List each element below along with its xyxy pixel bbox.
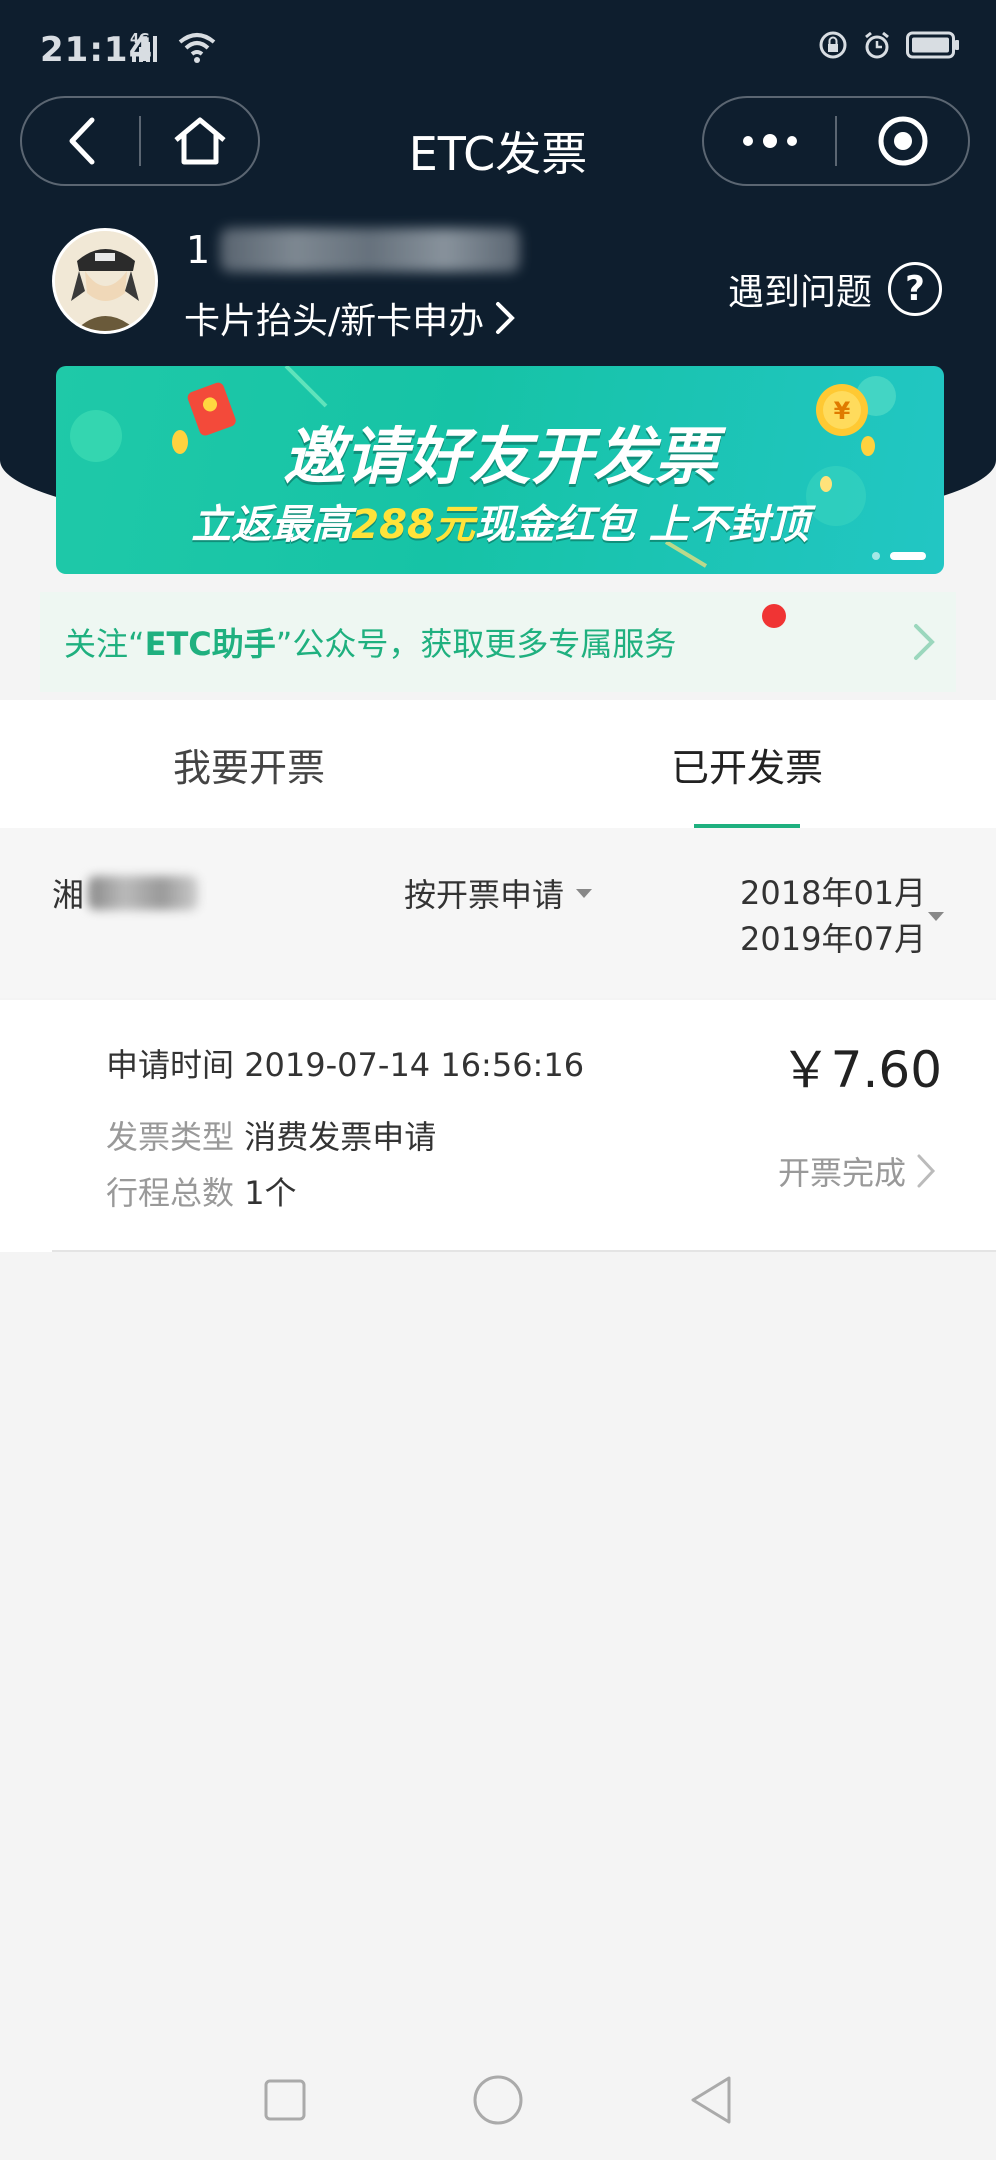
tab-bar: 我要开票 已开发票 — [0, 700, 996, 828]
trips-value: 1个 — [244, 1174, 297, 1212]
invoice-list-item[interactable]: 申请时间 2019-07-14 16:56:16 ￥7.60 发票类型 消费发票… — [0, 1000, 996, 1252]
avatar-image — [55, 231, 155, 331]
user-phone-prefix: 1 — [186, 228, 211, 272]
battery-icon — [906, 31, 959, 59]
invoice-type: 发票类型 消费发票申请 — [106, 1112, 436, 1158]
chevron-right-icon — [914, 624, 935, 660]
chevron-right-icon — [917, 1154, 936, 1188]
type-label: 发票类型 — [106, 1118, 235, 1156]
help-label: 遇到问题 — [727, 272, 872, 313]
plate-prefix: 湘 — [52, 876, 85, 914]
date-end: 2019年07月 — [740, 920, 927, 958]
question-icon: ? — [888, 262, 942, 316]
banner-subtitle-suffix: 上不封顶 — [648, 502, 809, 548]
time-value: 2019-07-14 16:56:16 — [244, 1046, 585, 1084]
trips-label: 行程总数 — [106, 1174, 235, 1212]
card-title-link[interactable]: 卡片抬头/新卡申办 — [184, 292, 516, 344]
invoice-trips: 行程总数 1个 — [106, 1168, 297, 1214]
date-range-filter[interactable]: 2018年01月 2019年07月 — [740, 870, 926, 962]
divider — [52, 1250, 996, 1252]
pagination-dot-active — [890, 552, 926, 560]
type-filter-label: 按开票申请 — [404, 876, 565, 914]
recents-button[interactable] — [263, 2078, 307, 2122]
banner-subtitle-prefix: 立返最高 — [191, 502, 352, 548]
plate-filter[interactable]: 湘 — [52, 870, 199, 916]
time-label: 申请时间 — [106, 1046, 235, 1084]
wifi-icon — [178, 33, 216, 63]
caret-down-icon — [576, 888, 593, 898]
home-nav-button[interactable] — [472, 2074, 524, 2126]
help-button[interactable]: 遇到问题 ? — [728, 262, 942, 316]
banner-subtitle-mid: 现金红包 — [474, 502, 635, 548]
caret-down-icon — [928, 912, 944, 921]
invoice-status-link[interactable]: 开票完成 — [778, 1148, 936, 1194]
type-filter-dropdown[interactable]: 按开票申请 — [404, 870, 593, 916]
target-icon — [878, 116, 927, 166]
invoice-status: 开票完成 — [777, 1154, 906, 1192]
chevron-right-icon — [496, 302, 515, 334]
tab-request-invoice[interactable]: 我要开票 — [0, 700, 498, 828]
system-navigation-bar — [0, 2040, 996, 2160]
promo-banner[interactable]: ¥ 邀请好友开发票 立返最高288元现金红包 上不封顶 — [56, 366, 944, 574]
notice-text-suffix: ”公众号，获取更多专属服务 — [275, 625, 677, 663]
tab-issued-invoices[interactable]: 已开发票 — [498, 700, 996, 828]
tab-label: 已开发票 — [670, 745, 823, 790]
masked-phone — [220, 228, 521, 272]
signal-icon: 4G — [130, 32, 160, 64]
banner-highlight: 288元 — [351, 502, 475, 548]
alarm-icon — [865, 31, 889, 59]
card-title-label: 卡片抬头/新卡申办 — [184, 301, 485, 342]
notice-text-prefix: 关注“ — [64, 625, 145, 663]
date-start: 2018年01月 — [740, 874, 927, 912]
network-type: 4G — [130, 32, 150, 47]
filter-bar: 湘 按开票申请 2018年01月 2019年07月 — [0, 828, 996, 998]
masked-plate — [88, 876, 199, 910]
banner-pagination — [872, 552, 926, 560]
avatar[interactable] — [52, 228, 158, 334]
close-miniprogram-button[interactable] — [837, 98, 968, 184]
notice-text-bold: ETC助手 — [144, 625, 276, 663]
banner-subtitle: 立返最高288元现金红包 上不封顶 — [56, 492, 944, 550]
user-phone: 1 — [186, 228, 521, 272]
more-button[interactable] — [704, 98, 835, 184]
tab-label: 我要开票 — [172, 745, 325, 790]
back-nav-button[interactable] — [689, 2074, 733, 2126]
invoice-amount: ￥7.60 — [780, 1041, 942, 1099]
status-bar: 21:14 4G — [0, 0, 996, 100]
type-value: 消费发票申请 — [244, 1118, 437, 1156]
notification-badge — [762, 604, 786, 628]
nav-capsule-right — [702, 96, 970, 186]
invoice-time: 申请时间 2019-07-14 16:56:16 — [106, 1040, 584, 1086]
more-icon — [742, 134, 797, 148]
lock-rotation-icon — [819, 31, 847, 59]
pagination-dot — [872, 552, 880, 560]
banner-title: 邀请好友开发票 — [282, 420, 717, 493]
follow-notice[interactable]: 关注“ ETC助手 ”公众号，获取更多专属服务 — [40, 592, 956, 692]
